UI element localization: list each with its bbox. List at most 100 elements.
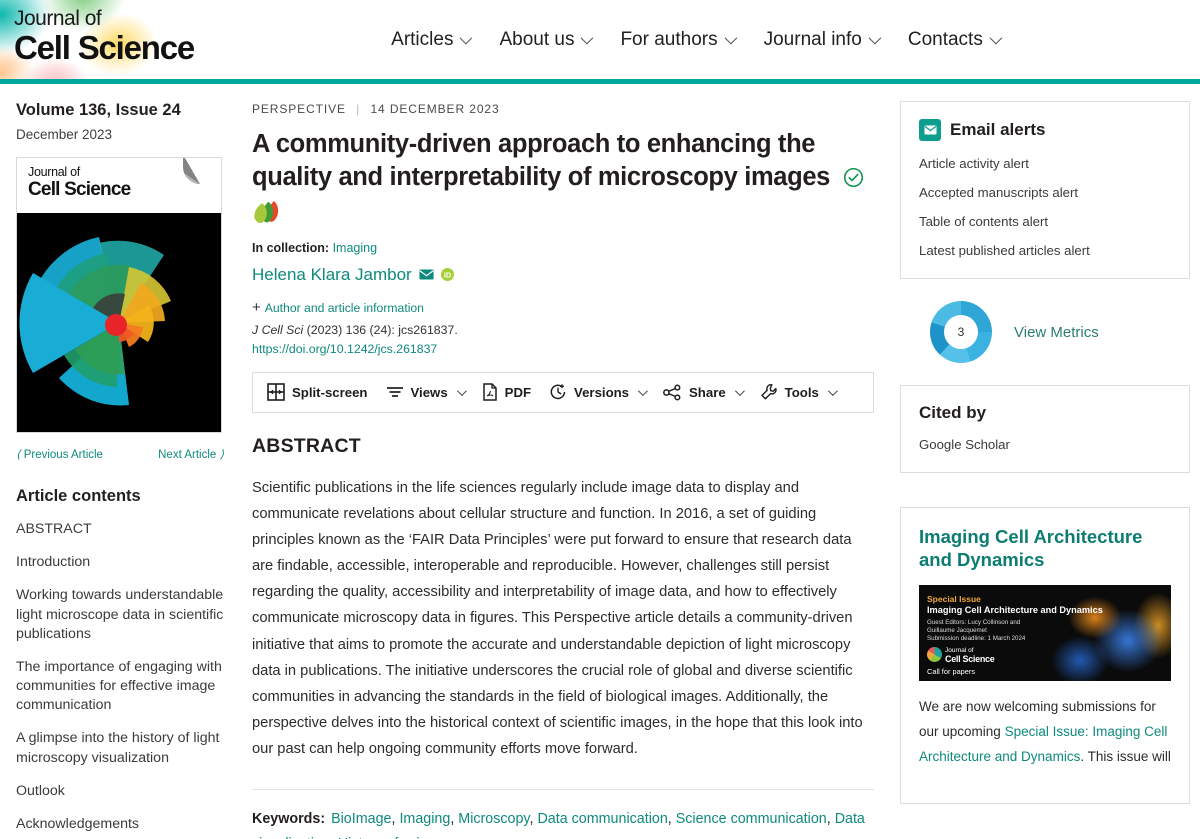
chevron-down-icon bbox=[460, 31, 473, 45]
split-screen-label: Split-screen bbox=[292, 384, 368, 400]
altmetric-donut[interactable]: 3 bbox=[930, 301, 992, 363]
issue-date: December 2023 bbox=[16, 127, 113, 142]
keyword-microscopy[interactable]: Microscopy bbox=[458, 811, 529, 827]
doi-link[interactable]: https://doi.org/10.1242/jcs.261837 bbox=[252, 342, 874, 356]
promo-title[interactable]: Imaging Cell Architecture and Dynamics bbox=[919, 525, 1171, 572]
envelope-icon bbox=[919, 119, 941, 141]
chevron-down-icon bbox=[989, 31, 1003, 45]
toc-item-abstract[interactable]: ABSTRACT bbox=[16, 520, 224, 539]
toc-item-introduction[interactable]: Introduction bbox=[16, 553, 224, 572]
share-icon bbox=[663, 384, 681, 401]
nav-item-articles[interactable]: Articles bbox=[391, 28, 473, 51]
cover-artwork bbox=[17, 213, 221, 432]
check-circle-icon bbox=[843, 167, 863, 187]
article-contents-heading: Article contents bbox=[16, 487, 141, 505]
chevron-down-icon bbox=[724, 31, 737, 45]
versions-button[interactable]: Versions bbox=[549, 383, 648, 401]
nav-label: Contacts bbox=[907, 28, 983, 50]
toc-item-acknowledgements[interactable]: Acknowledgements bbox=[16, 815, 224, 834]
orcid-icon[interactable]: iD bbox=[440, 268, 454, 282]
svg-text:iD: iD bbox=[444, 271, 451, 280]
pdf-button[interactable]: PDF bbox=[482, 383, 531, 401]
chevron-down-icon bbox=[734, 385, 745, 396]
author-name[interactable]: Helena Klara Jambor bbox=[252, 265, 412, 285]
cover-logo-line2: Cell Science bbox=[28, 179, 131, 200]
promo-banner-editors: Guest Editors: Lucy Collinson and Guilla… bbox=[927, 618, 1021, 634]
alert-article-activity[interactable]: Article activity alert bbox=[919, 156, 1171, 171]
tools-button[interactable]: Tools bbox=[760, 383, 838, 401]
author-article-information-toggle[interactable]: + Author and article information bbox=[252, 299, 874, 316]
cited-by-google-scholar[interactable]: Google Scholar bbox=[919, 437, 1171, 452]
altmetric-score: 3 bbox=[957, 325, 965, 339]
promo-body-text: We are now welcoming submissions for our… bbox=[919, 695, 1171, 770]
keywords-list: Keywords: BioImage, Imaging, Microscopy, … bbox=[252, 807, 874, 839]
keyword-science-communication[interactable]: Science communication bbox=[676, 811, 827, 827]
kicker-separator: | bbox=[356, 102, 361, 116]
keyword-bioimage[interactable]: BioImage bbox=[331, 811, 391, 827]
collection-label: In collection: bbox=[252, 240, 330, 255]
nav-item-contacts[interactable]: Contacts bbox=[907, 28, 1003, 51]
split-screen-icon bbox=[267, 383, 285, 401]
article-date: 14 DECEMBER 2023 bbox=[370, 102, 500, 116]
share-label: Share bbox=[689, 384, 726, 400]
nav-label: For authors bbox=[620, 28, 718, 50]
promo-banner-special-issue: Special Issue bbox=[927, 593, 981, 604]
leaf-badge-icon bbox=[254, 200, 279, 223]
next-article-link[interactable]: Next Article ⟩ bbox=[158, 447, 224, 461]
nav-item-for-authors[interactable]: For authors bbox=[620, 28, 737, 51]
email-alerts-heading: Email alerts bbox=[919, 119, 1171, 141]
alert-accepted-manuscripts[interactable]: Accepted manuscripts alert bbox=[919, 185, 1171, 200]
email-alerts-title: Email alerts bbox=[950, 120, 1046, 139]
keyword-imaging[interactable]: Imaging bbox=[399, 811, 450, 827]
promo-banner-journal-logo-icon bbox=[927, 646, 942, 662]
metrics-block: 3 View Metrics bbox=[900, 279, 1190, 385]
promo-banner-title: Imaging Cell Architecture and Dynamics bbox=[927, 604, 1103, 615]
toc-item-working-towards[interactable]: Working towards understandable light mic… bbox=[16, 586, 224, 644]
article-title-text: A community-driven approach to enhancing… bbox=[252, 130, 830, 191]
chevron-left-icon: ⟨ bbox=[16, 449, 21, 461]
toc-item-importance-engaging[interactable]: The importance of engaging with communit… bbox=[16, 658, 224, 716]
nav-label: Articles bbox=[391, 28, 454, 50]
toc-item-outlook[interactable]: Outlook bbox=[16, 782, 224, 801]
site-logo[interactable]: Journal of Cell Science bbox=[0, 0, 300, 79]
issue-volume: Volume 136, Issue 24 bbox=[16, 101, 181, 119]
citation-journal: J Cell Sci bbox=[252, 322, 304, 337]
chevron-down-icon bbox=[581, 31, 594, 45]
envelope-icon[interactable] bbox=[419, 269, 434, 280]
abstract-heading: ABSTRACT bbox=[252, 434, 361, 457]
article-main: PERSPECTIVE | 14 DECEMBER 2023 A communi… bbox=[240, 84, 900, 839]
issue-cover-image[interactable]: Journal of Cell Science bbox=[16, 157, 222, 433]
cover-logo-line1: Journal of bbox=[28, 165, 80, 179]
alert-table-of-contents[interactable]: Table of contents alert bbox=[919, 214, 1171, 229]
share-button[interactable]: Share bbox=[663, 384, 745, 401]
keywords-label: Keywords: bbox=[252, 811, 326, 828]
logo-line1: Journal of bbox=[14, 7, 102, 30]
abstract-text: Scientific publications in the life scie… bbox=[252, 479, 863, 758]
previous-article-link[interactable]: ⟨ Previous Article bbox=[16, 447, 103, 461]
pdf-icon bbox=[482, 383, 497, 401]
cited-by-heading: Cited by bbox=[919, 403, 987, 422]
nav-label: Journal info bbox=[763, 28, 862, 50]
toc-item-glimpse-history[interactable]: A glimpse into the history of light micr… bbox=[16, 729, 224, 767]
versions-icon bbox=[550, 384, 566, 400]
promo-banner-journal-line1: Journal of bbox=[945, 646, 974, 654]
alert-latest-published[interactable]: Latest published articles alert bbox=[919, 243, 1171, 258]
citation-line: J Cell Sci (2023) 136 (24): jcs261837. bbox=[252, 323, 874, 337]
views-button[interactable]: Views bbox=[386, 384, 467, 400]
chevron-down-icon bbox=[827, 385, 838, 396]
logo-line2: Cell Science bbox=[14, 29, 195, 66]
view-metrics-link[interactable]: View Metrics bbox=[1014, 324, 1099, 341]
views-icon bbox=[386, 387, 403, 398]
versions-label: Versions bbox=[574, 384, 630, 400]
nav-item-about-us[interactable]: About us bbox=[499, 29, 594, 51]
promo-banner-artwork bbox=[1035, 584, 1171, 681]
promo-banner-image[interactable]: Special Issue Imaging Cell Architecture … bbox=[919, 584, 1171, 681]
promo-banner-deadline: Submission deadline: 1 March 2024 bbox=[927, 634, 1026, 642]
collection-link[interactable]: Imaging bbox=[333, 241, 377, 255]
tools-icon bbox=[760, 384, 777, 400]
nav-item-journal-info[interactable]: Journal info bbox=[763, 28, 882, 51]
cover-masthead: Journal of Cell Science bbox=[17, 158, 221, 213]
split-screen-button[interactable]: Split-screen bbox=[267, 383, 368, 401]
keyword-data-communication[interactable]: Data communication bbox=[537, 811, 667, 827]
cover-petal-icon bbox=[183, 158, 217, 184]
